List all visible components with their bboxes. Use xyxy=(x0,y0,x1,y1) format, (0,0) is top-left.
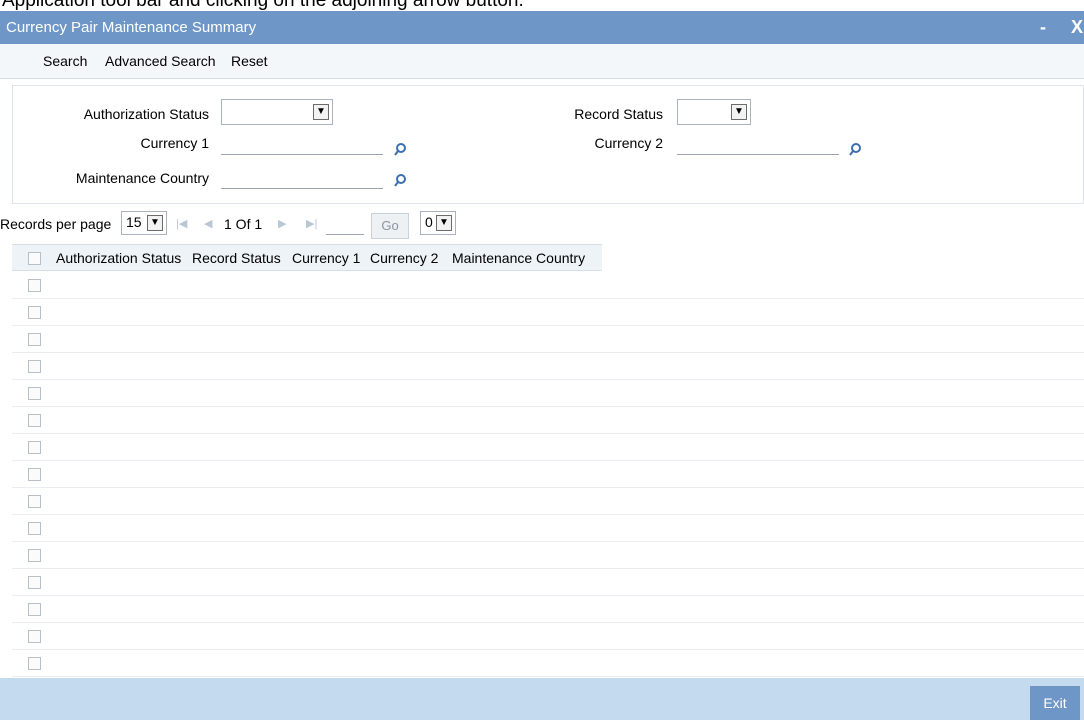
row-checkbox[interactable] xyxy=(28,522,41,535)
row-checkbox[interactable] xyxy=(28,630,41,643)
row-checkbox[interactable] xyxy=(28,576,41,589)
table-row[interactable] xyxy=(12,596,1084,623)
select-all-checkbox[interactable] xyxy=(28,252,41,265)
table-row[interactable] xyxy=(12,461,1084,488)
window-title: Currency Pair Maintenance Summary xyxy=(6,19,257,36)
authorization-status-label: Authorization Status xyxy=(83,106,209,122)
currency1-label: Currency 1 xyxy=(140,135,209,151)
column-header-authorization-status[interactable]: Authorization Status xyxy=(56,245,181,272)
results-table-header: Authorization Status Record Status Curre… xyxy=(12,244,602,271)
row-checkbox[interactable] xyxy=(28,495,41,508)
first-page-icon[interactable]: |◀ xyxy=(176,217,187,231)
table-row[interactable] xyxy=(12,569,1084,596)
row-checkbox[interactable] xyxy=(28,468,41,481)
results-table-body xyxy=(12,272,1084,678)
table-row[interactable] xyxy=(12,488,1084,515)
goto-page-input[interactable] xyxy=(326,213,364,235)
maintenance-country-input[interactable] xyxy=(221,167,383,189)
close-button[interactable]: X xyxy=(1071,11,1083,44)
document-caption: Application tool bar and clicking on the… xyxy=(2,0,524,11)
table-row[interactable] xyxy=(12,515,1084,542)
table-row[interactable] xyxy=(12,650,1084,677)
dropdown-arrow-icon: ▼ xyxy=(313,104,329,120)
row-checkbox[interactable] xyxy=(28,279,41,292)
exit-button[interactable]: Exit xyxy=(1030,686,1080,720)
row-checkbox[interactable] xyxy=(28,549,41,562)
search-icon[interactable] xyxy=(393,173,407,187)
row-checkbox[interactable] xyxy=(28,333,41,346)
dropdown-arrow-icon: ▼ xyxy=(731,104,747,120)
dropdown-arrow-icon: ▼ xyxy=(147,215,163,231)
footer-bar xyxy=(0,678,1084,720)
row-checkbox[interactable] xyxy=(28,360,41,373)
table-row[interactable] xyxy=(12,434,1084,461)
advanced-search-menu-item[interactable]: Advanced Search xyxy=(105,44,216,79)
table-row[interactable] xyxy=(12,542,1084,569)
go-button[interactable]: Go xyxy=(371,213,409,239)
records-per-page-value: 15 xyxy=(126,214,142,230)
search-menu-item[interactable]: Search xyxy=(43,44,87,79)
table-row[interactable] xyxy=(12,380,1084,407)
menu-bar: Search Advanced Search Reset xyxy=(0,44,1084,79)
page-number-value: 0 xyxy=(425,214,433,230)
authorization-status-select[interactable]: ▼ xyxy=(221,99,333,125)
table-row[interactable] xyxy=(12,326,1084,353)
window-titlebar: Currency Pair Maintenance Summary - X xyxy=(0,11,1084,44)
column-header-record-status[interactable]: Record Status xyxy=(192,245,281,272)
maintenance-country-label: Maintenance Country xyxy=(75,170,209,186)
row-checkbox[interactable] xyxy=(28,306,41,319)
dropdown-arrow-icon: ▼ xyxy=(436,215,452,231)
column-header-currency-1[interactable]: Currency 1 xyxy=(292,245,360,272)
previous-page-icon[interactable]: ◀ xyxy=(204,217,212,231)
search-icon[interactable] xyxy=(848,142,862,156)
currency2-input[interactable] xyxy=(677,133,839,155)
column-header-currency-2[interactable]: Currency 2 xyxy=(370,245,438,272)
page-info: 1 Of 1 xyxy=(224,216,263,232)
row-checkbox[interactable] xyxy=(28,387,41,400)
row-checkbox[interactable] xyxy=(28,657,41,670)
record-status-select[interactable]: ▼ xyxy=(677,99,751,125)
table-row[interactable] xyxy=(12,272,1084,299)
column-header-maintenance-country[interactable]: Maintenance Country xyxy=(452,245,585,272)
table-row[interactable] xyxy=(12,407,1084,434)
search-icon[interactable] xyxy=(393,142,407,156)
table-row[interactable] xyxy=(12,623,1084,650)
currency2-label: Currency 2 xyxy=(594,135,663,151)
record-status-label: Record Status xyxy=(574,106,663,122)
row-checkbox[interactable] xyxy=(28,603,41,616)
records-per-page-label: Records per page xyxy=(0,216,112,232)
row-checkbox[interactable] xyxy=(28,414,41,427)
page-number-select[interactable]: 0 ▼ xyxy=(420,211,456,235)
next-page-icon[interactable]: ▶ xyxy=(278,217,286,231)
last-page-icon[interactable]: ▶| xyxy=(306,217,317,231)
table-row[interactable] xyxy=(12,353,1084,380)
reset-menu-item[interactable]: Reset xyxy=(231,44,268,79)
row-checkbox[interactable] xyxy=(28,441,41,454)
records-per-page-select[interactable]: 15 ▼ xyxy=(121,211,167,235)
table-row[interactable] xyxy=(12,299,1084,326)
minimize-button[interactable]: - xyxy=(1040,11,1046,44)
currency1-input[interactable] xyxy=(221,133,383,155)
